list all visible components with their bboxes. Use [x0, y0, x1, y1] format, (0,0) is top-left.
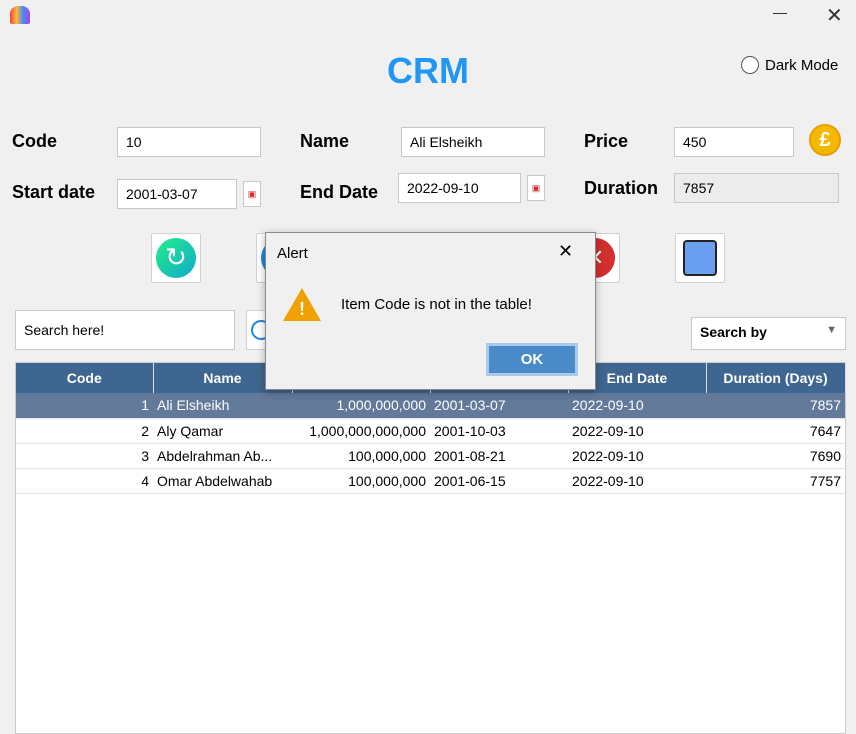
cell-duration: 7857 [706, 393, 845, 419]
dialog-message: Item Code is not in the table! [341, 296, 532, 313]
table-row[interactable]: 3 Abdelrahman Ab... 100,000,000 2001-08-21 2… [16, 443, 845, 469]
name-label: Name [300, 131, 350, 151]
data-table: Code Name End Date Duration (Days) 1 Ali … [15, 362, 846, 734]
cell-duration: 7647 [706, 418, 845, 444]
cell-name: Ali Elsheikh [153, 393, 292, 419]
search-input[interactable]: Search here! [15, 310, 235, 350]
pound-coin-icon: £ [809, 124, 841, 156]
printer-icon [683, 240, 717, 276]
duration-label: Duration [584, 178, 658, 198]
cell-code: 4 [16, 468, 153, 494]
cell-duration: 7690 [706, 443, 845, 469]
search-by-label: Search by [700, 324, 767, 340]
header-duration[interactable]: Duration (Days) [706, 363, 846, 393]
table-row[interactable]: 4 Omar Abdelwahab 100,000,000 2001-06-15 202… [16, 468, 845, 494]
radio-circle[interactable] [741, 56, 759, 74]
cell-name: Abdelrahman Ab... [153, 443, 292, 469]
close-window-button[interactable]: ✕ [826, 3, 843, 28]
dialog-title: Alert [277, 245, 308, 262]
search-by-select[interactable]: Search by ▼ [691, 317, 846, 350]
dark-mode-label: Dark Mode [765, 56, 839, 74]
cell-price: 1,000,000,000 [292, 393, 430, 419]
start-date-input[interactable]: 2001-03-07 [117, 179, 237, 209]
cell-name: Omar Abdelwahab [153, 468, 292, 494]
cell-price: 100,000,000 [292, 443, 430, 469]
cell-end: 2022-09-10 [568, 443, 706, 469]
cell-code: 3 [16, 443, 153, 469]
calendar-icon[interactable]: ▣ [243, 181, 261, 207]
table-row[interactable]: 2 Aly Qamar 1,000,000,000,000 2001-10-03 202… [16, 418, 845, 444]
cell-end: 2022-09-10 [568, 418, 706, 444]
app-title: CRM [387, 50, 469, 91]
cell-duration: 7757 [706, 468, 845, 494]
app-icon [10, 6, 30, 24]
cell-code: 1 [16, 393, 153, 419]
dialog-close-button[interactable]: ✕ [558, 241, 573, 262]
print-button[interactable] [675, 233, 725, 283]
cell-start: 2001-08-21 [430, 443, 568, 469]
calendar-icon[interactable]: ▣ [527, 175, 545, 201]
chevron-down-icon: ▼ [826, 324, 837, 336]
cell-name: Aly Qamar [153, 418, 292, 444]
ok-button[interactable]: OK [486, 343, 578, 376]
end-date-input[interactable]: 2022-09-10 [398, 173, 521, 203]
minimize-button[interactable] [773, 13, 787, 14]
warning-mark: ! [299, 299, 305, 319]
cell-end: 2022-09-10 [568, 468, 706, 494]
header-code[interactable]: Code [16, 363, 154, 393]
cell-price: 100,000,000 [292, 468, 430, 494]
price-input[interactable]: 450 [674, 127, 794, 157]
name-input[interactable]: Ali Elsheikh [401, 127, 545, 157]
code-input[interactable]: 10 [117, 127, 261, 157]
end-date-label: End Date [300, 182, 379, 202]
cell-start: 2001-10-03 [430, 418, 568, 444]
start-date-label: Start date [12, 182, 96, 202]
table-row[interactable]: 1 Ali Elsheikh 1,000,000,000 2001-03-07 2022… [16, 393, 845, 419]
refresh-button[interactable]: ↻ [151, 233, 201, 283]
dark-mode-radio[interactable]: Dark Mode [741, 56, 838, 74]
cell-code: 2 [16, 418, 153, 444]
cell-price: 1,000,000,000,000 [292, 418, 430, 444]
cell-start: 2001-03-07 [430, 393, 568, 419]
duration-input: 7857 [674, 173, 839, 203]
refresh-icon: ↻ [156, 238, 196, 278]
cell-end: 2022-09-10 [568, 393, 706, 419]
code-label: Code [12, 131, 57, 151]
price-label: Price [584, 131, 629, 151]
cell-start: 2001-06-15 [430, 468, 568, 494]
alert-dialog: Alert ✕ ! Item Code is not in the table!… [265, 232, 596, 390]
